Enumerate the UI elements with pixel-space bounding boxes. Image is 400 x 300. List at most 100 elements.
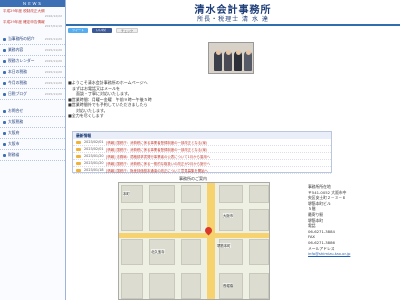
sidebar-item-osaka-tax[interactable]: 大阪税務 xyxy=(0,117,65,128)
bullet-icon xyxy=(3,109,6,113)
map-block xyxy=(249,239,269,265)
sidebar-menu: 当事務所の紹介 2015/11/20 業務内容 2015/11/20 税務カレンダー… xyxy=(0,34,65,161)
news-heading: ＮＥＷＳ xyxy=(0,0,65,7)
latest-news-heading: 最新情報 xyxy=(73,132,331,139)
sidebar-item-label: お問合せ xyxy=(8,108,24,113)
sidebar-item-today[interactable]: 本日の税務 2015/11/20 xyxy=(0,67,65,78)
news-icon xyxy=(76,140,81,144)
map-block xyxy=(219,185,243,203)
sidebar-item-mof[interactable]: 財務省 xyxy=(0,150,65,161)
news-row[interactable]: 2023/01/20 [情報] 国税庁：消費税に係る一般的な取扱いの改正が2月から… xyxy=(73,160,331,167)
staff-face xyxy=(225,50,231,55)
bullet-icon xyxy=(3,153,6,157)
news-row[interactable]: 2023/01/18 [情報] 国税庁：財産評価基本通達の改正について意見募集を開… xyxy=(73,167,331,174)
map-block xyxy=(121,239,143,265)
sidebar-item-label: 今月の税務 xyxy=(8,80,27,85)
map-block xyxy=(121,209,143,231)
staff-face xyxy=(245,50,251,55)
map-block xyxy=(249,185,269,203)
sidebar-item-label: 当事務所の紹介 xyxy=(8,36,35,41)
map-main-road xyxy=(207,183,215,299)
news-row[interactable]: 2023/01/20 [情報] 法務局：適格請求書発行事業者の公表について1月から… xyxy=(73,153,331,160)
news-icon xyxy=(76,147,81,151)
news-date: 2023/01/20 xyxy=(84,154,104,158)
map-label: 堺筋本町 xyxy=(217,243,231,248)
bullet-icon xyxy=(3,37,6,41)
sidebar-item-label: 本日の税務 xyxy=(8,69,27,74)
sidebar-item-date: 2015/11/20 xyxy=(44,81,62,85)
sidebar-item-label: 業務内容 xyxy=(8,47,24,52)
sidebar-item-label: 財務省 xyxy=(8,152,20,157)
map-block xyxy=(149,185,175,203)
mail-link[interactable]: info@shimizu-tax.or.jp xyxy=(308,251,394,257)
sidebar-item-month[interactable]: 今月の税務 2015/11/20 xyxy=(0,78,65,89)
map-label: 本町 xyxy=(123,191,130,196)
sidebar-item-label: 大阪市 xyxy=(8,141,20,146)
news-title[interactable]: [情報] 法務局：適格請求書発行事業者の公表について1月から運用へ xyxy=(106,154,210,159)
sidebar-item-about[interactable]: 当事務所の紹介 2015/11/20 xyxy=(0,34,65,45)
sidebar-item-contact[interactable]: お問合せ xyxy=(0,106,65,117)
sidebar-item-osaka-city[interactable]: 大阪市 xyxy=(0,139,65,150)
map-block xyxy=(181,209,201,231)
map-block xyxy=(149,273,175,299)
map-block xyxy=(149,209,175,231)
sidebar-item-label: 税務カレンダー xyxy=(8,58,35,63)
news-date: 2023/01/20 xyxy=(84,161,104,165)
news-item-date: 2017/01/10 xyxy=(44,24,62,28)
map-label: 北久宝寺 xyxy=(151,249,165,254)
map-block xyxy=(249,209,269,231)
news-row[interactable]: 2023/02/01 [情報] 国税庁：消費税に係る事業者登録制度の一部改正となる… xyxy=(73,139,331,146)
news-icon xyxy=(76,168,81,172)
map-block xyxy=(181,185,201,203)
sidebar-item-osaka-pref[interactable]: 大阪府 xyxy=(0,128,65,139)
news-title[interactable]: [情報] 国税庁：消費税に係る事業者登録制度の一部改正となる(案) xyxy=(106,140,207,145)
sidebar: ＮＥＷＳ 平成29年度 税制改正大綱 2016/12/22 平成29年度 確定申… xyxy=(0,0,66,300)
sidebar-item-label: 大阪府 xyxy=(8,130,20,135)
staff-face xyxy=(215,50,221,55)
map-block xyxy=(181,239,201,265)
latest-news-box: 最新情報 2023/02/01 [情報] 国税庁：消費税に係る事業者登録制度の一部… xyxy=(72,131,332,174)
sidebar-item-date: 2015/11/20 xyxy=(44,48,62,52)
news-date: 2023/02/01 xyxy=(84,147,104,151)
sidebar-item-calendar[interactable]: 税務カレンダー 2015/11/20 xyxy=(0,56,65,67)
news-item[interactable]: 平成29年度 税制改正大綱 2016/12/22 xyxy=(3,9,62,18)
news-item-date: 2016/12/22 xyxy=(44,13,62,18)
sidebar-item-label: 日税ブログ xyxy=(8,91,27,96)
bullet-icon xyxy=(3,59,6,63)
site-header: 清水会計事務所 所長・税理士 清 水 達 xyxy=(66,0,400,26)
like-button[interactable]: いいね！ xyxy=(92,28,113,33)
bullet-icon xyxy=(3,81,6,85)
news-date: 2023/01/18 xyxy=(84,168,104,172)
sidebar-item-date: 2015/11/20 xyxy=(44,59,62,63)
bullet-icon xyxy=(3,70,6,74)
office-info: 事務所所在地 〒541-0052 大阪市中 央区安土町２－３－６ 堺筋本町ビル … xyxy=(308,184,394,257)
news-title[interactable]: [情報] 国税庁：財産評価基本通達の改正について意見募集を開始へ xyxy=(106,168,208,173)
sidebar-item-date: 2015/11/20 xyxy=(44,92,62,96)
bullet-icon xyxy=(3,120,6,124)
office-map[interactable]: 本町 大阪市 北久宝寺 堺筋本町 長堀橋 xyxy=(118,182,270,300)
social-buttons: ツイート いいね！ チェック xyxy=(68,28,139,33)
news-date: 2023/02/01 xyxy=(84,140,104,144)
sidebar-item-label: 大阪税務 xyxy=(8,119,24,124)
map-label: 長堀橋 xyxy=(223,283,234,288)
bullet-icon xyxy=(3,131,6,135)
staff-photo xyxy=(208,42,254,74)
news-title[interactable]: [情報] 国税庁：消費税に係る一般的な取扱いの改正が2月から施行へ xyxy=(106,161,210,166)
news-icon xyxy=(76,161,81,165)
map-block xyxy=(121,273,143,299)
check-button[interactable]: チェック xyxy=(116,28,139,33)
header-divider xyxy=(66,24,400,26)
sidebar-item-date: 2015/11/20 xyxy=(44,37,62,41)
site-subtitle: 所長・税理士 清 水 達 xyxy=(197,16,269,23)
intro-line: ■全力を尽くします xyxy=(68,113,104,118)
news-row[interactable]: 2023/02/01 [情報] 国税庁：消費税に係る事業者登録制度の一部改正となる… xyxy=(73,146,331,153)
sidebar-item-services[interactable]: 業務内容 2015/11/20 xyxy=(0,45,65,56)
news-item[interactable]: 平成29年度 確定申告情報 2017/01/10 xyxy=(3,20,62,29)
sidebar-item-date: 2015/11/20 xyxy=(44,70,62,74)
map-block xyxy=(249,273,269,299)
tweet-button[interactable]: ツイート xyxy=(68,28,89,33)
news-title[interactable]: [情報] 国税庁：消費税に係る事業者登録制度の一部改正となる(案) xyxy=(106,147,207,152)
sidebar-item-blog[interactable]: 日税ブログ 2015/11/20 xyxy=(0,89,65,100)
map-label: 大阪市 xyxy=(223,213,234,218)
news-icon xyxy=(76,154,81,158)
